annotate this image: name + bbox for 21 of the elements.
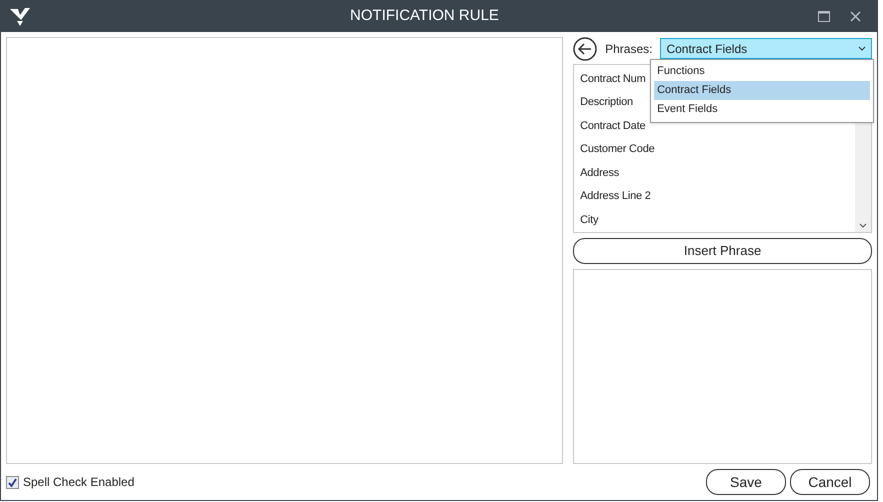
logo-icon [9, 6, 31, 26]
dropdown-option[interactable]: Functions [654, 62, 870, 81]
checkbox-label: Spell Check Enabled [23, 474, 134, 491]
phrase-item[interactable]: City [580, 208, 855, 232]
dialog-button[interactable]: Save [706, 469, 786, 495]
phrases-dropdown[interactable]: Contract Fields [660, 38, 872, 59]
window-title: NOTIFICATION RULE [349, 6, 500, 26]
chevron-down-icon [858, 46, 866, 51]
checkbox[interactable] [6, 476, 19, 488]
dropdown-option[interactable]: Event Fields [654, 100, 870, 119]
phrase-item[interactable]: Address [580, 161, 855, 185]
check-icon [8, 478, 17, 486]
dialog-button[interactable]: Cancel [790, 469, 870, 495]
insert-phrase-button[interactable]: Insert Phrase [573, 238, 872, 264]
maximize-icon[interactable] [818, 11, 830, 22]
dropdown-option[interactable]: Contract Fields [654, 81, 870, 100]
phrase-item[interactable]: Address Line 2 [580, 184, 855, 208]
phrase-item[interactable]: Customer Code [580, 138, 855, 162]
phrases-label: Phrases: [605, 40, 652, 58]
close-icon[interactable] [850, 11, 861, 22]
chevron-down-icon[interactable] [859, 223, 867, 228]
